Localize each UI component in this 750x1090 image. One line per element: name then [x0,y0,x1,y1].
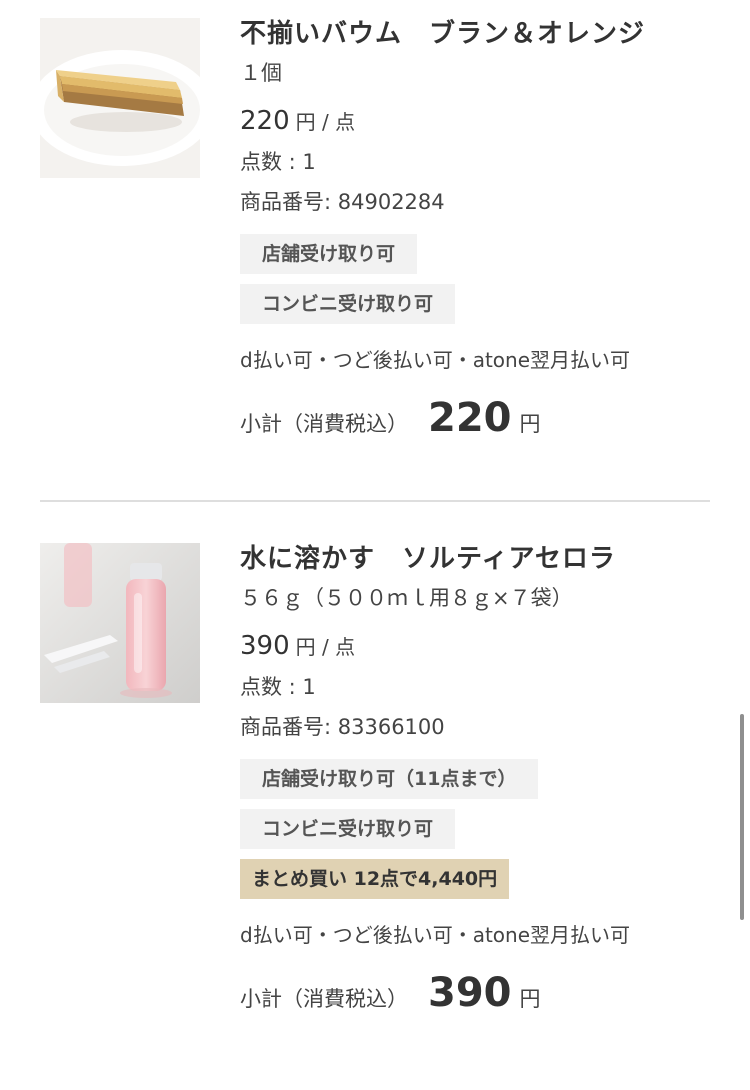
bulk-discount-badge: まとめ買い 12点で4,440円 [240,859,510,899]
product-image[interactable] [40,543,200,703]
quantity-text: 点数 : 1 [240,675,316,699]
price-value: 220 [240,106,290,136]
subtotal-value: 220 [428,395,512,441]
store-pickup-badge: 店舗受け取り可（11点まで） [240,759,539,799]
product-title[interactable]: 不揃いバウム ブラン＆オレンジ [240,18,710,50]
scrollbar[interactable] [740,714,744,920]
subtotal-unit: 円 [519,987,541,1011]
product-variant: １個 [240,61,282,85]
payment-options: d払い可・つど後払い可・atone翌月払い可 [240,923,631,947]
price-unit: 円 / 点 [295,110,356,134]
price-value: 390 [240,631,290,661]
baumkuchen-image [40,18,200,178]
subtotal-value: 390 [428,970,512,1016]
unit-price: 220 円 / 点 [240,106,710,136]
product-info: 水に溶かす ソルティアセロラ ５６ｇ（５００ｍｌ用８ｇ×７袋） 390 円 / … [240,525,710,1016]
subtotal: 小計（消費税込） 220 円 [240,395,710,441]
store-pickup-badge: 店舗受け取り可 [240,234,418,274]
subtotal-label: 小計（消費税込） [240,412,408,436]
product-variant: ５６ｇ（５００ｍｌ用８ｇ×７袋） [240,586,573,610]
subtotal-unit: 円 [519,412,541,436]
subtotal-label: 小計（消費税込） [240,987,408,1011]
product-number: 商品番号: 84902284 [240,190,445,214]
convenience-pickup-badge: コンビニ受け取り可 [240,284,456,324]
product-info: 不揃いバウム ブラン＆オレンジ １個 220 円 / 点 点数 : 1 商品番号… [240,0,710,441]
price-unit: 円 / 点 [295,635,356,659]
subtotal: 小計（消費税込） 390 円 [240,970,710,1016]
cart-page: 不揃いバウム ブラン＆オレンジ １個 220 円 / 点 点数 : 1 商品番号… [0,0,750,1090]
item-divider [40,500,710,502]
product-number: 商品番号: 83366100 [240,715,445,739]
product-title[interactable]: 水に溶かす ソルティアセロラ [240,543,710,575]
payment-options: d払い可・つど後払い可・atone翌月払い可 [240,348,631,372]
product-image[interactable] [40,18,200,178]
drink-bottle-image [40,543,200,703]
unit-price: 390 円 / 点 [240,631,710,661]
convenience-pickup-badge: コンビニ受け取り可 [240,809,456,849]
quantity-text: 点数 : 1 [240,150,316,174]
